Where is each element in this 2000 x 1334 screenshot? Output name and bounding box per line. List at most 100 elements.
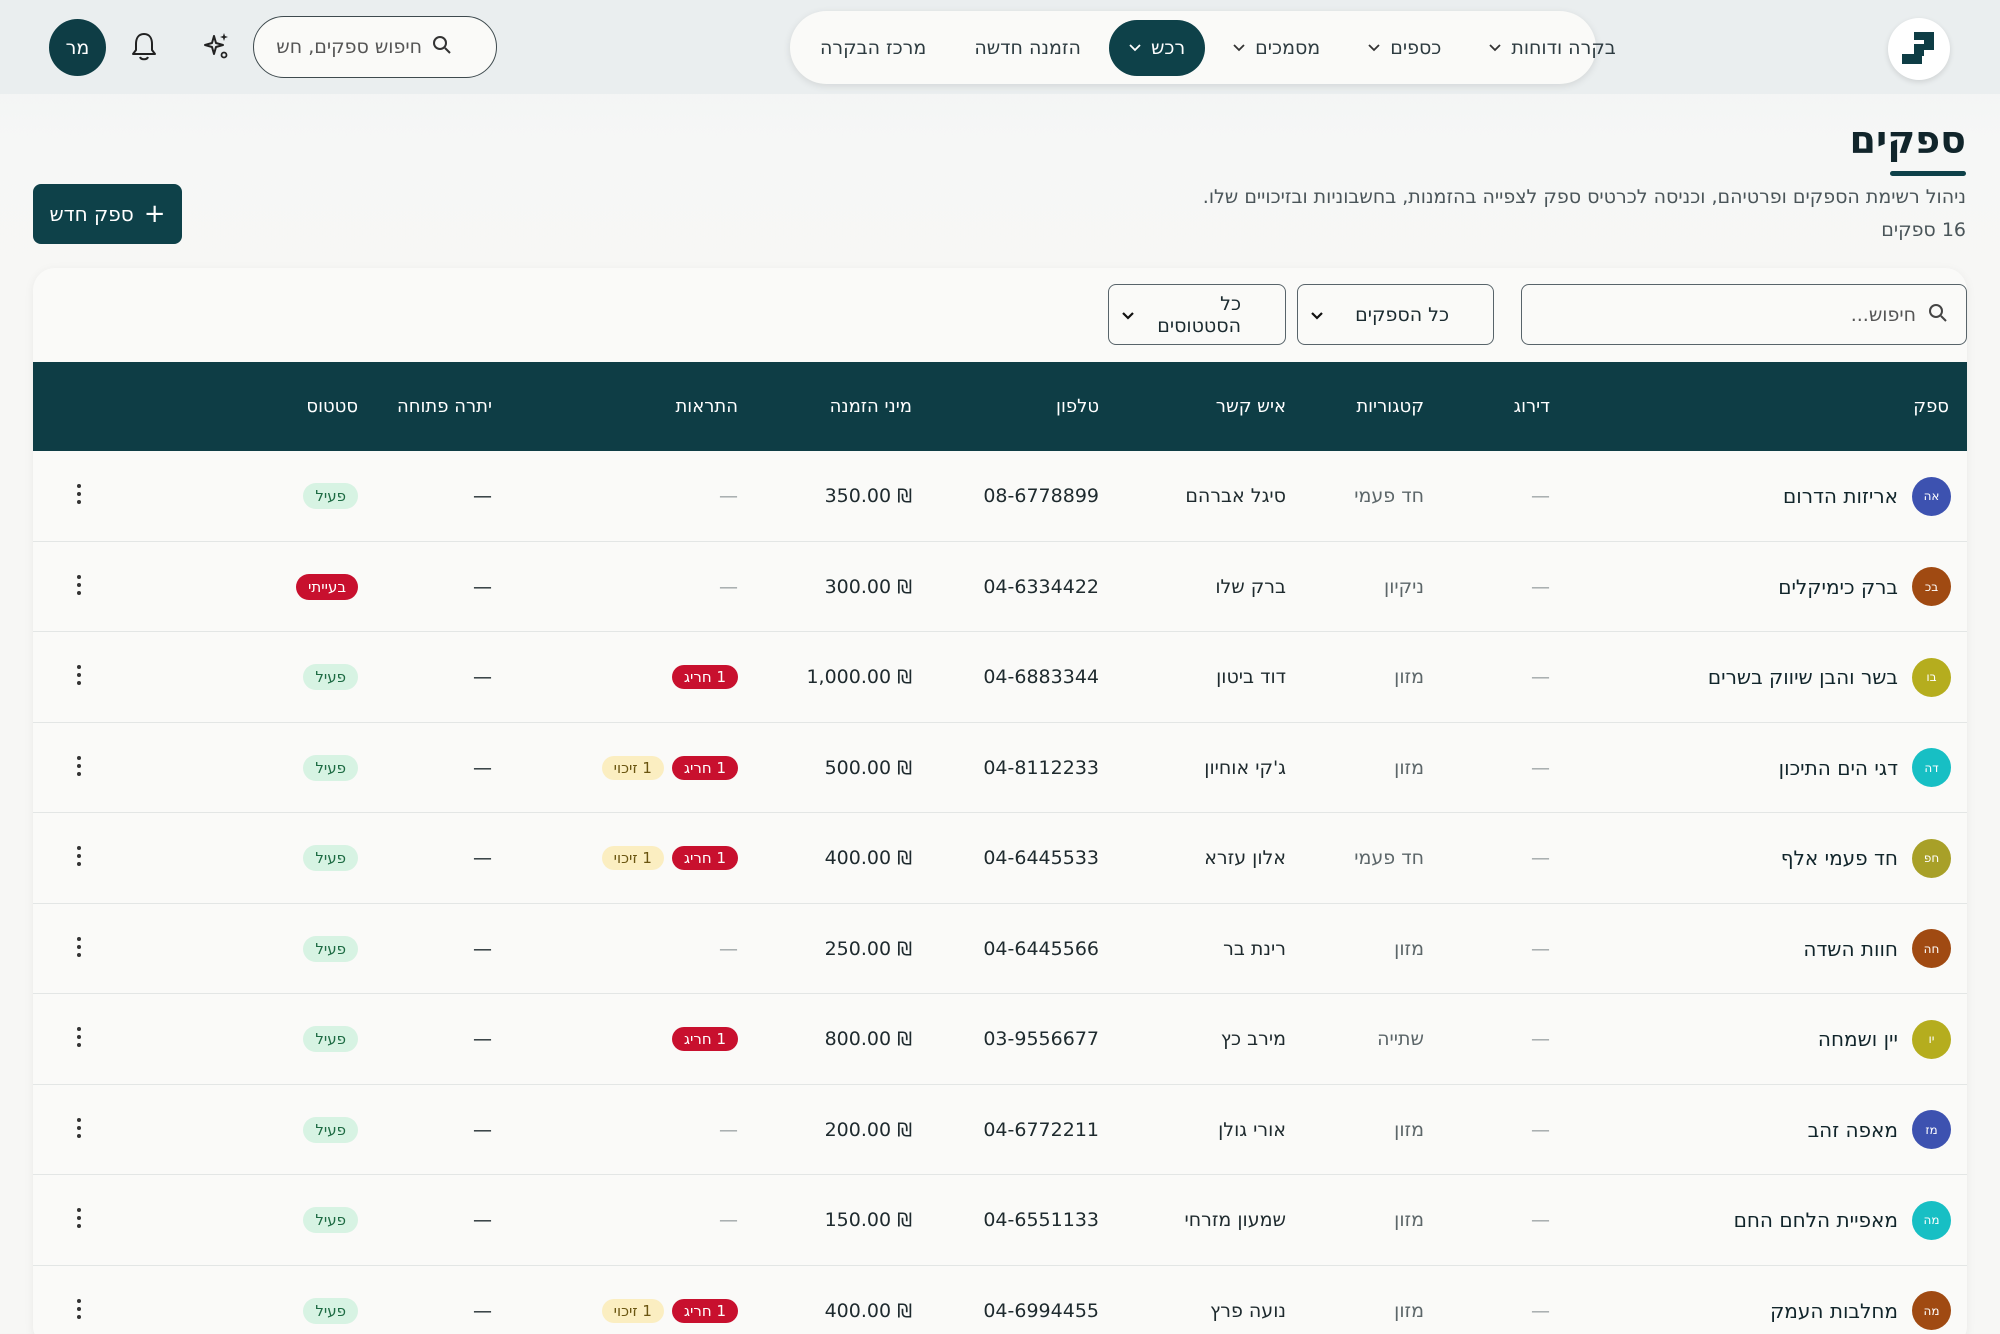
table-row[interactable]: חפ חד פעמי אלף — חד פעמי אלון עזרא 04-6445533… [33,813,1967,904]
chevron-down-icon [1233,40,1245,56]
phone-value: 03-9556677 [983,1028,1099,1050]
status-badge: בעייתי [296,573,358,600]
nav-item[interactable]: מרכז הבקרה [800,20,946,76]
rating-value: — [1531,756,1550,779]
table-row[interactable]: יו יין ושמחה — שתייה מירב כץ 03-9556677 ₪ 800.… [33,994,1967,1085]
supplier-avatar: יו [1912,1019,1951,1059]
credit-alert-badge[interactable]: 1 זיכוי [601,846,664,870]
min-order-value: ₪ 1,000.00 [806,666,912,688]
exception-alert-badge[interactable]: 1 חריג [671,1298,738,1323]
nav-item[interactable]: בקרה ודוחות [1469,20,1635,76]
status-badge: פעיל [303,1207,358,1233]
table-row[interactable]: אה אריזות הדרום — חד פעמי סיגל אברהם 08-67788… [33,451,1967,542]
nav-item[interactable]: הזמנה חדשה [954,20,1101,76]
header-phone[interactable]: טלפון [1056,396,1099,417]
exception-alert-badge[interactable]: 1 חריג [671,665,738,689]
kebab-menu-icon[interactable] [75,1117,83,1142]
table-row[interactable]: מה מאפיית הלחם החם — מזון שמעון מזרחי 04-6551… [33,1175,1967,1266]
min-order-value: ₪ 250.00 [824,937,912,960]
global-search[interactable] [253,16,497,78]
table-search-input[interactable] [1556,303,1916,326]
supplier-name[interactable]: דגי הים התיכון [1779,756,1898,780]
supplier-avatar: מז [1912,1110,1951,1149]
nav-item-label: הזמנה חדשה [974,36,1081,59]
table-row[interactable]: בו בשר והבן שיווק בשרים — מזון דוד ביטון 04-6… [33,632,1967,723]
nav-item-label: כספים [1390,36,1442,59]
table-row[interactable]: מה מחלבות העמק — מזון נועה פרץ 04-6994455 ₪ 40… [33,1265,1967,1334]
rating-value: — [1531,575,1550,598]
table-row[interactable]: דה דגי הים התיכון — מזון ג'קי אוחיון 04-81122… [33,722,1967,813]
supplier-name[interactable]: יין ושמחה [1818,1027,1898,1051]
supplier-avatar: מה [1912,1291,1951,1330]
sparkle-icon[interactable] [196,26,236,66]
nav-item[interactable]: רכש [1108,19,1206,76]
rating-value: — [1531,666,1550,688]
no-alerts-dash: — [719,485,738,507]
header-alerts[interactable]: התראות [675,396,738,417]
exception-alert-badge[interactable]: 1 חריג [671,846,738,870]
kebab-menu-icon[interactable] [75,1208,83,1232]
contact-name: שמעון מזרחי [1184,1209,1286,1231]
table-row[interactable]: בכ ברק כימיקלים — ניקיון ברק שלו 04-6334422 ₪ … [33,541,1967,632]
header-min-order[interactable]: מיני הזמנה [830,396,912,417]
supplier-name[interactable]: מאפיית הלחם החם [1734,1208,1898,1232]
supplier-filter-select[interactable]: כל הספקים [1297,284,1494,345]
nav-item[interactable]: כספים [1348,20,1461,76]
status-filter-label: כל הסטטוסים [1157,292,1241,337]
exception-alert-badge[interactable]: 1 חריג [671,755,738,780]
phone-value: 04-8112233 [983,756,1099,779]
logo-icon[interactable] [1888,18,1950,80]
kebab-menu-icon[interactable] [75,1298,83,1323]
status-badge: פעיל [303,1026,358,1052]
supplier-filter-label: כל הספקים [1355,303,1449,326]
new-supplier-button[interactable]: + ספק חדש [33,184,182,244]
status-filter-select[interactable]: כל הסטטוסים [1108,284,1286,345]
table-row[interactable]: חה חוות השדה — מזון רינת בר 04-6445566 ₪ 250.0… [33,903,1967,994]
header-categories[interactable]: קטגוריות [1356,396,1424,417]
nav-item[interactable]: מסמכים [1213,20,1340,76]
open-balance-value: — [473,756,492,779]
kebab-menu-icon[interactable] [75,936,83,961]
kebab-menu-icon[interactable] [75,574,83,599]
contact-name: רינת בר [1223,937,1286,960]
kebab-menu-icon[interactable] [75,1027,83,1051]
supplier-name[interactable]: ברק כימיקלים [1778,575,1898,599]
kebab-menu-icon[interactable] [75,846,83,870]
plus-icon: + [143,199,166,229]
supplier-name[interactable]: מחלבות העמק [1770,1299,1898,1323]
kebab-menu-icon[interactable] [75,484,83,508]
header-supplier[interactable]: ספק [1913,396,1949,417]
nav-item-label: מסמכים [1255,36,1321,59]
supplier-name[interactable]: אריזות הדרום [1783,484,1898,508]
category-value: מזון [1394,937,1424,960]
credit-alert-badge[interactable]: 1 זיכוי [601,755,664,780]
no-alerts-dash: — [719,575,738,598]
category-value: מזון [1394,1299,1424,1322]
open-balance-value: — [473,937,492,960]
supplier-name[interactable]: חד פעמי אלף [1781,846,1898,870]
header-status[interactable]: סטטוס [306,396,358,417]
contact-name: סיגל אברהם [1185,485,1286,507]
no-alerts-dash: — [719,1118,738,1141]
kebab-menu-icon[interactable] [75,755,83,780]
credit-alert-badge[interactable]: 1 זיכוי [601,1298,664,1323]
table-search[interactable] [1521,284,1967,345]
supplier-name[interactable]: בשר והבן שיווק בשרים [1708,665,1898,689]
open-balance-value: — [473,575,492,598]
kebab-menu-icon[interactable] [75,665,83,689]
supplier-avatar: בו [1912,657,1951,697]
global-search-input[interactable] [272,36,422,58]
table-row[interactable]: מז מאפה זהב — מזון אורי גולן 04-6772211 ₪ 200.… [33,1084,1967,1175]
main-nav: מרכז הבקרה הזמנה חדשה רכש מסמכים כספים בקרה ו… [790,11,1616,84]
bell-icon[interactable] [124,26,164,66]
header-rating[interactable]: דירוג [1514,396,1550,417]
header-contact[interactable]: איש קשר [1216,396,1286,417]
min-order-value: ₪ 500.00 [824,756,912,779]
header-open-balance[interactable]: יתרה פתוחה [397,396,492,417]
supplier-avatar: חפ [1912,838,1951,878]
exception-alert-badge[interactable]: 1 חריג [671,1027,738,1051]
supplier-name[interactable]: מאפה זהב [1808,1118,1898,1142]
supplier-name[interactable]: חוות השדה [1803,937,1898,961]
open-balance-value: — [473,485,492,507]
user-avatar[interactable]: מר [49,19,106,76]
